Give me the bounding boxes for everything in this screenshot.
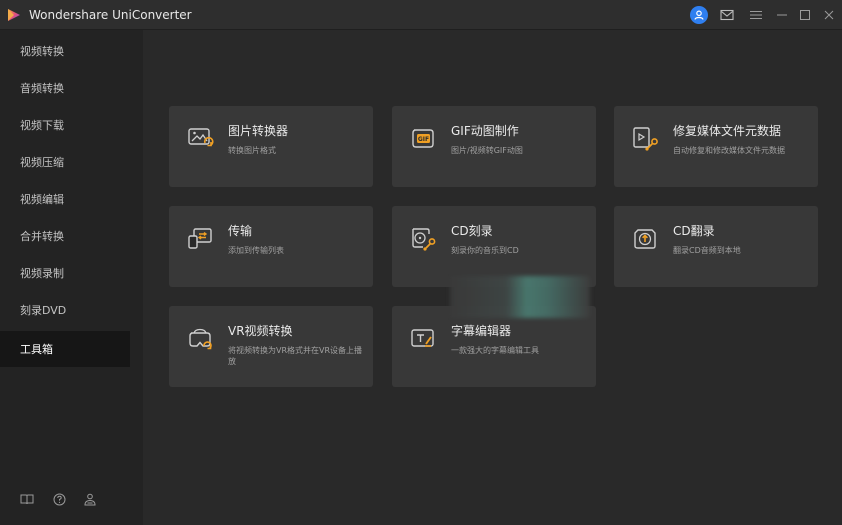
- tool-card-image-converter[interactable]: 图片转换器 转换图片格式: [169, 106, 373, 187]
- sidebar-item-label: 视频编辑: [20, 193, 64, 206]
- sidebar-item-audio-convert[interactable]: 音频转换: [0, 70, 143, 106]
- book-icon: [20, 494, 34, 505]
- sidebar-item-label: 视频转换: [20, 45, 64, 58]
- app-logo-icon: [8, 9, 20, 21]
- sidebar-item-label: 合并转换: [20, 230, 64, 243]
- gif-icon: GIF: [412, 129, 434, 148]
- sidebar: 视频转换 音频转换 视频下载 视频压缩 视频编辑 合并转换 视频录制 刻录DVD…: [0, 30, 143, 525]
- maximize-button[interactable]: [797, 7, 813, 23]
- tool-title: GIF动图制作: [451, 124, 519, 138]
- sidebar-item-label: 视频下载: [20, 119, 64, 132]
- tool-description: 一款强大的字幕编辑工具: [451, 346, 539, 355]
- community-button[interactable]: [82, 491, 98, 507]
- tool-description: 刻录你的音乐到CD: [451, 246, 519, 255]
- sidebar-item-dvd-burn[interactable]: 刻录DVD: [0, 292, 143, 328]
- title-bar: Wondershare UniConverter: [0, 0, 842, 30]
- tool-card-gif-maker[interactable]: GIF GIF动图制作 图片/视频转GIF动图: [392, 106, 596, 187]
- tool-description: 翻录CD音频到本地: [673, 246, 741, 255]
- subtitle-editor-icon: [411, 329, 434, 347]
- sidebar-item-video-edit[interactable]: 视频编辑: [0, 181, 143, 217]
- sidebar-item-label: 工具箱: [20, 343, 53, 356]
- help-icon: [53, 493, 65, 505]
- vr-icon: [189, 328, 212, 350]
- tool-description: 转换图片格式: [228, 146, 276, 155]
- sidebar-item-label: 视频录制: [20, 267, 64, 280]
- book-button[interactable]: [19, 491, 35, 507]
- sidebar-item-merge[interactable]: 合并转换: [0, 218, 143, 254]
- message-button[interactable]: [719, 7, 735, 23]
- tool-card-cd-burner[interactable]: CD刻录 刻录你的音乐到CD: [392, 206, 596, 287]
- image-convert-icon: [188, 128, 214, 147]
- tool-card-transfer[interactable]: 传输 添加到传输列表: [169, 206, 373, 287]
- close-button[interactable]: [821, 7, 837, 23]
- metadata-fix-icon: [633, 127, 658, 151]
- tool-card-vr-converter[interactable]: VR视频转换 将视频转换为VR格式并在VR设备上播放: [169, 306, 373, 387]
- tool-description: 添加到传输列表: [228, 246, 284, 255]
- close-icon: [824, 10, 834, 20]
- window-title: Wondershare UniConverter: [29, 8, 192, 22]
- sidebar-item-label: 刻录DVD: [20, 304, 67, 317]
- minimize-icon: [777, 14, 787, 16]
- tool-card-cd-ripper[interactable]: CD翻录 翻录CD音频到本地: [614, 206, 818, 287]
- tool-description: 将视频转换为VR格式并在VR设备上播放: [228, 346, 363, 366]
- menu-button[interactable]: [748, 7, 764, 23]
- sidebar-item-screen-record[interactable]: 视频录制: [0, 255, 143, 291]
- tool-description: 自动修复和修改媒体文件元数据: [673, 146, 785, 155]
- tool-title: VR视频转换: [228, 324, 293, 338]
- sidebar-item-video-download[interactable]: 视频下载: [0, 107, 143, 143]
- help-button[interactable]: [51, 491, 67, 507]
- minimize-button[interactable]: [774, 7, 790, 23]
- tool-description: 图片/视频转GIF动图: [451, 146, 523, 155]
- sidebar-item-toolbox[interactable]: 工具箱: [0, 331, 130, 367]
- tool-title: 图片转换器: [228, 124, 289, 138]
- svg-text:GIF: GIF: [418, 136, 429, 143]
- sidebar-item-label: 视频压缩: [20, 156, 64, 169]
- maximize-icon: [800, 10, 810, 20]
- transfer-icon: [188, 228, 212, 249]
- blurred-region: [450, 276, 590, 318]
- tool-title: 修复媒体文件元数据: [673, 124, 782, 138]
- cd-burn-icon: [412, 228, 436, 251]
- sidebar-item-video-convert[interactable]: 视频转换: [0, 33, 143, 69]
- sidebar-item-video-compress[interactable]: 视频压缩: [0, 144, 143, 180]
- sidebar-item-label: 音频转换: [20, 82, 64, 95]
- hamburger-menu-icon: [750, 11, 762, 19]
- tool-title: 字幕编辑器: [451, 324, 512, 338]
- tool-card-subtitle-editor[interactable]: 字幕编辑器 一款强大的字幕编辑工具: [392, 306, 596, 387]
- app-window: Wondershare UniConverter 视频转换 音频转换 视频下载 …: [0, 0, 842, 525]
- tool-title: 传输: [228, 224, 253, 238]
- tool-card-metadata-fix[interactable]: 修复媒体文件元数据 自动修复和修改媒体文件元数据: [614, 106, 818, 187]
- user-group-icon: [84, 493, 96, 505]
- tool-title: CD翻录: [673, 224, 715, 238]
- user-icon: [694, 10, 704, 20]
- mail-icon: [720, 9, 734, 21]
- cd-rip-icon: [634, 229, 656, 249]
- tool-title: CD刻录: [451, 224, 493, 238]
- account-avatar-button[interactable]: [690, 6, 708, 24]
